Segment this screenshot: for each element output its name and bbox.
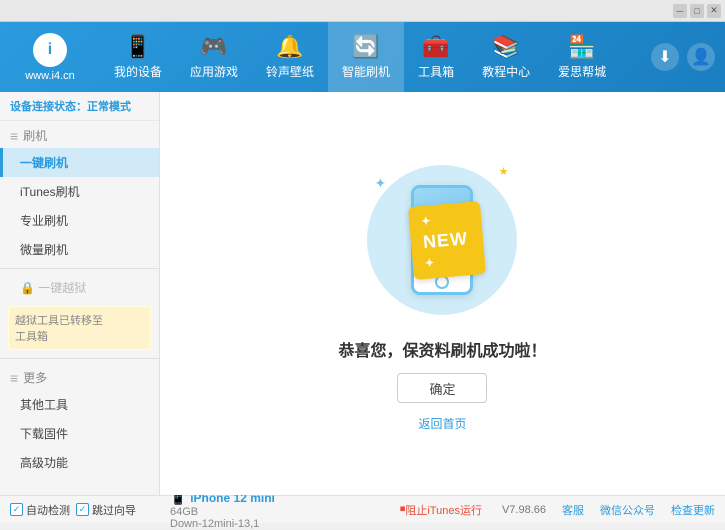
new-badge: ✦ NEW ✦ — [408, 201, 486, 280]
jailbreak-note-line1: 越狱工具已转移至 — [15, 312, 144, 328]
connection-status: 设备连接状态：正常模式 — [0, 92, 159, 121]
confirm-button[interactable]: 确定 — [397, 373, 487, 403]
nav-tutorial[interactable]: 📚 教程中心 — [468, 22, 544, 92]
status-value: 正常模式 — [87, 101, 131, 113]
beloved-city-icon: 🏪 — [568, 34, 595, 60]
smart-flash-icon: 🔄 — [352, 34, 379, 60]
nav-my-device[interactable]: 📱 我的设备 — [100, 22, 176, 92]
star-left-icon: ✦ — [374, 175, 386, 192]
logo-website: www.i4.cn — [25, 70, 75, 82]
content-area: ✦ ★ ✦ NEW ✦ 恭喜您，保资料刷机成功啦！ 确定 返回首页 — [160, 92, 725, 495]
nav-right-buttons: ⬇ 👤 — [651, 43, 725, 71]
user-button[interactable]: 👤 — [687, 43, 715, 71]
toolbox-icon: 🧰 — [422, 34, 449, 60]
nav-toolbox[interactable]: 🧰 工具箱 — [404, 22, 468, 92]
header: i www.i4.cn 📱 我的设备 🎮 应用游戏 🔔 铃声壁纸 🔄 智能刷机 … — [0, 22, 725, 92]
nav-tutorial-label: 教程中心 — [482, 63, 530, 80]
more-section-icon: ≡ — [10, 370, 18, 386]
bottom-left: 自动检测 跳过向导 — [0, 502, 160, 518]
more-section-header: ≡ 更多 — [0, 363, 159, 390]
sidebar-divider-1 — [0, 268, 159, 269]
auto-mode-checkbox-box[interactable] — [10, 503, 23, 516]
wechat-public-link[interactable]: 微信公众号 — [600, 502, 655, 518]
logo-icon: i — [33, 33, 67, 67]
status-label: 设备连接状态： — [10, 101, 87, 113]
sidebar-itunes-flash[interactable]: iTunes刷机 — [0, 177, 159, 206]
title-bar: ─ □ ✕ — [0, 0, 725, 22]
app-game-icon: 🎮 — [200, 34, 227, 60]
logo-area: i www.i4.cn — [0, 22, 100, 92]
back-to-home-link[interactable]: 返回首页 — [418, 415, 466, 432]
sidebar: 设备连接状态：正常模式 ≡ 刷机 一键刷机 iTunes刷机 专业刷机 微量刷机… — [0, 92, 160, 495]
device-model: Down-12mini-13,1 — [170, 518, 380, 530]
lock-icon: 🔒 — [20, 281, 38, 295]
nav-my-device-label: 我的设备 — [114, 63, 162, 80]
bottom-right: V7.98.66 客服 微信公众号 检查更新 — [492, 502, 725, 518]
auto-mode-checkbox[interactable]: 自动检测 — [10, 502, 70, 518]
sidebar-other-tools[interactable]: 其他工具 — [0, 390, 159, 419]
device-storage: 64GB — [170, 506, 380, 518]
nav-app-game-label: 应用游戏 — [190, 63, 238, 80]
phone-illustration: ✦ ★ ✦ NEW ✦ — [362, 155, 522, 325]
wizard-checkbox-box[interactable] — [76, 503, 89, 516]
flash-section-label: 刷机 — [23, 127, 47, 144]
sidebar-data-flash[interactable]: 微量刷机 — [0, 235, 159, 264]
flash-section-icon: ≡ — [10, 128, 18, 144]
sidebar-advanced[interactable]: 高级功能 — [0, 448, 159, 477]
phone-shape-container: ✦ NEW ✦ — [411, 185, 473, 295]
nav-items: 📱 我的设备 🎮 应用游戏 🔔 铃声壁纸 🔄 智能刷机 🧰 工具箱 📚 教程中心… — [100, 22, 651, 92]
stop-itunes[interactable]: ⏹ 阻止iTunes运行 — [390, 502, 492, 518]
close-button[interactable]: ✕ — [707, 4, 721, 18]
nav-ringtone-label: 铃声壁纸 — [266, 63, 314, 80]
auto-mode-label: 自动检测 — [26, 502, 70, 518]
tutorial-icon: 📚 — [492, 34, 519, 60]
restore-button[interactable]: □ — [690, 4, 704, 18]
success-message: 恭喜您，保资料刷机成功啦！ — [338, 337, 546, 361]
jailbreak-section-header: 🔒 一键越狱 — [0, 273, 159, 302]
ringtone-icon: 🔔 — [276, 34, 303, 60]
main-area: 设备连接状态：正常模式 ≡ 刷机 一键刷机 iTunes刷机 专业刷机 微量刷机… — [0, 92, 725, 495]
nav-app-game[interactable]: 🎮 应用游戏 — [176, 22, 252, 92]
sidebar-one-key-flash[interactable]: 一键刷机 — [0, 148, 159, 177]
bottom-device-info: 📱 iPhone 12 mini 64GB Down-12mini-13,1 — [160, 490, 390, 530]
customer-service-link[interactable]: 客服 — [562, 502, 584, 518]
content-center: ✦ ★ ✦ NEW ✦ 恭喜您，保资料刷机成功啦！ 确定 返回首页 — [338, 155, 546, 432]
nav-toolbox-label: 工具箱 — [418, 63, 454, 80]
nav-ringtone[interactable]: 🔔 铃声壁纸 — [252, 22, 328, 92]
my-device-icon: 📱 — [124, 34, 151, 60]
download-button[interactable]: ⬇ — [651, 43, 679, 71]
nav-smart-flash-label: 智能刷机 — [342, 63, 390, 80]
nav-beloved-city[interactable]: 🏪 爱思帮城 — [544, 22, 620, 92]
wizard-checkbox[interactable]: 跳过向导 — [76, 502, 136, 518]
sidebar-download-firmware[interactable]: 下载固件 — [0, 419, 159, 448]
star-right-icon: ★ — [499, 165, 509, 178]
jailbreak-note: 越狱工具已转移至 工具箱 — [8, 306, 151, 350]
minimize-button[interactable]: ─ — [673, 4, 687, 18]
more-section-label: 更多 — [23, 369, 47, 386]
flash-section-header: ≡ 刷机 — [0, 121, 159, 148]
sidebar-divider-2 — [0, 358, 159, 359]
sidebar-pro-flash[interactable]: 专业刷机 — [0, 206, 159, 235]
nav-smart-flash[interactable]: 🔄 智能刷机 — [328, 22, 404, 92]
bottom-bar: 自动检测 跳过向导 📱 iPhone 12 mini 64GB Down-12m… — [0, 495, 725, 523]
wizard-label: 跳过向导 — [92, 502, 136, 518]
jailbreak-note-line2: 工具箱 — [15, 328, 144, 344]
check-update-link[interactable]: 检查更新 — [671, 502, 715, 518]
version-text: V7.98.66 — [502, 504, 546, 516]
nav-beloved-city-label: 爱思帮城 — [558, 63, 606, 80]
